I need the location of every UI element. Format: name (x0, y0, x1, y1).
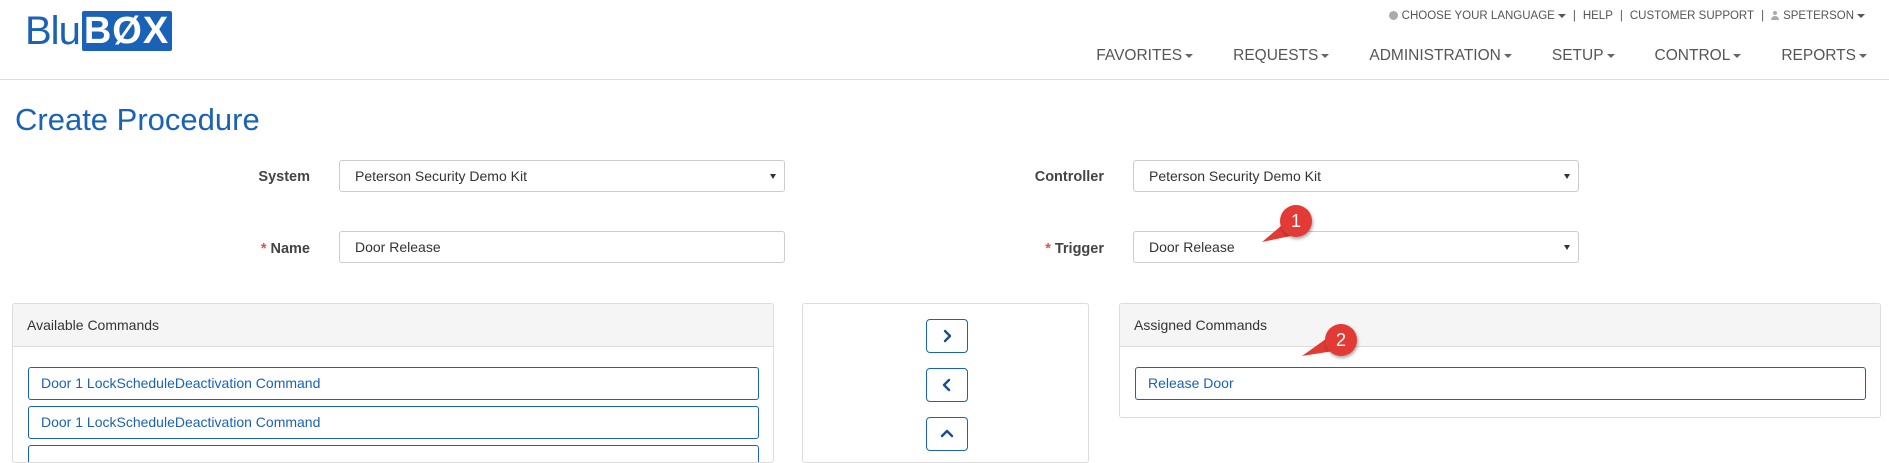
bluebox-logo[interactable]: Blu BØX (25, 9, 173, 53)
assigned-commands-panel: Assigned Commands Release Door (1119, 303, 1881, 418)
list-item[interactable]: Door 1 LockScheduleDeactivation Command (28, 406, 759, 439)
nav-control-label: CONTROL (1654, 47, 1731, 64)
transfer-controls-panel (802, 303, 1089, 463)
move-up-button[interactable] (926, 417, 968, 451)
nav-reports[interactable]: REPORTS (1781, 47, 1867, 65)
trigger-select-value: Door Release (1149, 239, 1235, 255)
user-menu[interactable]: SPETERSON (1771, 10, 1865, 22)
page-title: Create Procedure (15, 102, 260, 137)
divider: | (1572, 10, 1576, 22)
name-field-value: Door Release (355, 239, 441, 255)
callout-badge-1-number: 1 (1290, 211, 1301, 231)
main-nav: FAVORITES REQUESTS ADMINISTRATION SETUP … (1056, 47, 1867, 65)
help-link[interactable]: HELP (1583, 10, 1613, 22)
chevron-down-icon (1503, 53, 1512, 58)
trigger-label-text: Trigger (1054, 241, 1104, 257)
nav-favorites-label: FAVORITES (1096, 47, 1183, 64)
callout-badge-2-number: 2 (1335, 330, 1346, 350)
chevron-up-icon (940, 429, 954, 438)
system-label: System (230, 169, 310, 185)
system-select-value: Peterson Security Demo Kit (355, 168, 527, 184)
required-marker: * (1045, 241, 1051, 257)
name-field[interactable]: Door Release (339, 231, 785, 263)
chevron-down-icon (1733, 53, 1742, 58)
utility-bar: CHOOSE YOUR LANGUAGE | HELP | CUSTOMER S… (1388, 10, 1865, 22)
assigned-commands-heading-text: Assigned Commands (1134, 317, 1268, 333)
chevron-down-icon (1606, 53, 1615, 58)
globe-icon (1388, 11, 1398, 21)
language-selector[interactable]: CHOOSE YOUR LANGUAGE (1388, 10, 1566, 22)
select-caret-icon (1564, 174, 1570, 179)
nav-requests[interactable]: REQUESTS (1233, 47, 1330, 65)
nav-setup-label: SETUP (1551, 47, 1604, 64)
list-item[interactable]: Door 1 LockScheduleDeactivation Command (28, 367, 759, 400)
chevron-down-icon (1859, 53, 1867, 58)
callout-badge-1: 1 (1280, 205, 1312, 237)
customer-support-link[interactable]: CUSTOMER SUPPORT (1630, 10, 1754, 22)
move-right-button[interactable] (926, 319, 968, 353)
language-selector-label: CHOOSE YOUR LANGUAGE (1401, 10, 1555, 22)
controller-select[interactable]: Peterson Security Demo Kit (1133, 160, 1579, 192)
controller-label-text: Controller (1034, 169, 1104, 185)
chevron-down-icon (1857, 13, 1865, 18)
controller-select-value: Peterson Security Demo Kit (1149, 168, 1321, 184)
assigned-commands-heading: Assigned Commands (1120, 304, 1880, 347)
list-item-label: Door 1 LockScheduleDeactivation Command (41, 414, 321, 430)
chevron-left-icon (942, 378, 951, 392)
move-left-button[interactable] (926, 368, 968, 402)
select-caret-icon (1564, 245, 1570, 250)
available-commands-heading: Available Commands (13, 304, 773, 347)
list-item-label: Release Door (1148, 375, 1234, 391)
nav-setup[interactable]: SETUP (1552, 47, 1615, 65)
list-item-label: Door 1 LockScheduleDeactivation Command (41, 375, 321, 391)
list-item[interactable] (28, 445, 759, 462)
available-commands-heading-text: Available Commands (27, 317, 160, 333)
trigger-label: * Trigger (1005, 241, 1104, 257)
header-bar: Blu BØX CHOOSE YOUR LANGUAGE | HELP | CU… (0, 0, 1889, 80)
nav-requests-label: REQUESTS (1233, 47, 1319, 64)
divider: | (1761, 10, 1765, 22)
select-caret-icon (770, 174, 776, 179)
nav-favorites[interactable]: FAVORITES (1096, 47, 1194, 65)
divider: | (1619, 10, 1623, 22)
user-icon (1771, 11, 1780, 21)
logo-blu-text: Blu (25, 9, 81, 53)
list-item[interactable]: Release Door (1135, 367, 1866, 400)
user-menu-label: SPETERSON (1783, 10, 1854, 22)
callout-badge-2: 2 (1325, 324, 1357, 356)
chevron-down-icon (1557, 13, 1566, 18)
trigger-select[interactable]: Door Release (1133, 231, 1579, 263)
system-label-text: System (258, 169, 310, 185)
system-select[interactable]: Peterson Security Demo Kit (339, 160, 785, 192)
nav-reports-label: REPORTS (1781, 47, 1856, 64)
name-label-text: Name (270, 241, 311, 257)
logo-box-text: BØX (81, 11, 173, 51)
nav-administration[interactable]: ADMINISTRATION (1369, 47, 1512, 65)
chevron-down-icon (1185, 53, 1194, 58)
controller-label: Controller (1005, 169, 1104, 185)
nav-administration-label: ADMINISTRATION (1369, 47, 1501, 64)
available-commands-panel: Available Commands Door 1 LockScheduleDe… (12, 303, 774, 463)
chevron-down-icon (1321, 53, 1330, 58)
required-marker: * (260, 241, 267, 257)
nav-control[interactable]: CONTROL (1655, 47, 1742, 65)
chevron-right-icon (943, 329, 952, 343)
name-label: * Name (230, 241, 310, 257)
